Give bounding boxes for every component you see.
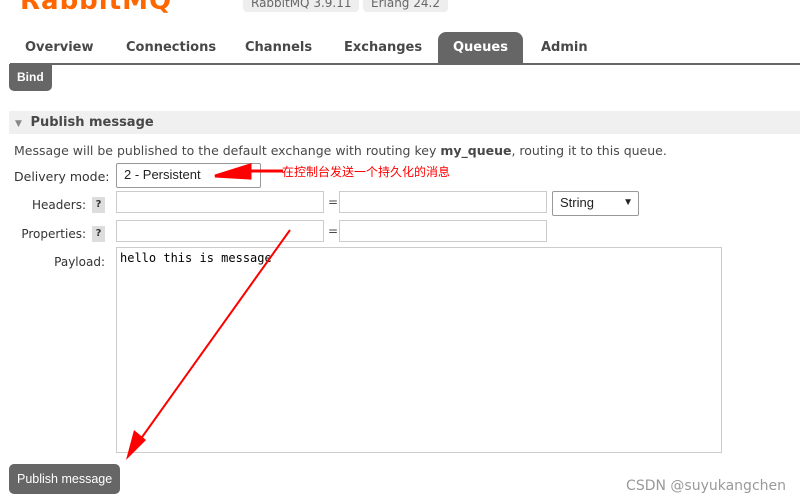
watermark: CSDN @suyukangchen xyxy=(626,478,786,494)
annotation-text: 在控制台发送一个持久化的消息 xyxy=(282,165,451,179)
arrow-to-delivery-mode xyxy=(214,162,283,180)
arrow-to-publish-button xyxy=(139,229,291,441)
annotation-arrows xyxy=(126,162,291,460)
